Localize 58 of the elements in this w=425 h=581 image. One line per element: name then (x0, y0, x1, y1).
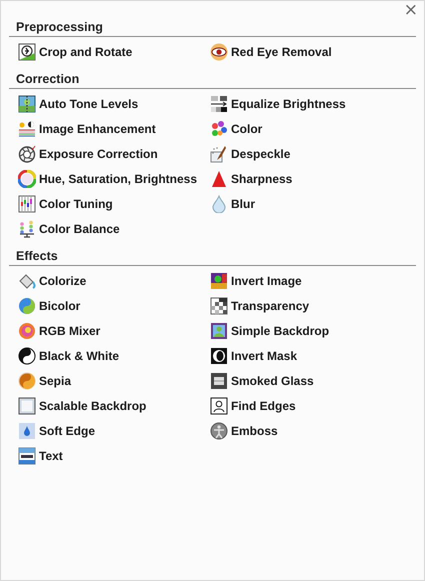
frame-icon (18, 396, 36, 414)
section-heading: Effects (15, 248, 59, 265)
color-balls-icon (210, 120, 228, 138)
tool-item[interactable]: Bicolor (18, 293, 210, 318)
tool-item[interactable]: Despeckle (210, 141, 346, 166)
sun-lines-icon (18, 120, 36, 138)
shade-squares-icon (210, 94, 228, 112)
emboss-circle-icon (210, 422, 228, 440)
triangle-icon (210, 170, 228, 188)
swirl-icon (18, 322, 36, 340)
portrait-icon (210, 322, 228, 340)
tool-item[interactable]: Blur (210, 191, 346, 216)
checkerboard-icon (210, 296, 228, 314)
tool-item[interactable]: Image Enhancement (18, 116, 210, 141)
tool-item[interactable]: Invert Mask (210, 343, 330, 368)
tool-item[interactable]: Exposure Correction (18, 141, 210, 166)
tool-item[interactable]: Crop and Rotate (18, 39, 210, 64)
tool-item[interactable]: RGB Mixer (18, 318, 210, 343)
tool-item[interactable]: Color Tuning (18, 191, 210, 216)
yin-yang-color-icon (18, 296, 36, 314)
color-wheel-icon (18, 170, 36, 188)
balance-icon (18, 220, 36, 238)
section-heading: Preprocessing (15, 19, 104, 36)
tool-item[interactable]: Find Edges (210, 393, 330, 418)
landscape-icon (18, 94, 36, 112)
tool-item[interactable]: Colorize (18, 268, 210, 293)
eye-icon (210, 42, 228, 60)
bar-chart-icon (18, 194, 36, 212)
text-picture-icon (18, 446, 36, 464)
inverted-portrait-icon (210, 272, 228, 290)
mask-icon (210, 346, 228, 364)
tool-item[interactable]: Simple Backdrop (210, 318, 330, 343)
tool-item[interactable]: Invert Image (210, 268, 330, 293)
yin-yang-icon (18, 346, 36, 364)
tool-item[interactable]: Hue, Saturation, Brightness (18, 166, 210, 191)
tool-item[interactable]: Emboss (210, 418, 330, 443)
tool-item[interactable]: Smoked Glass (210, 368, 330, 393)
tool-item[interactable]: Color (210, 116, 346, 141)
tool-item[interactable]: Auto Tone Levels (18, 91, 210, 116)
aperture-icon (18, 144, 36, 162)
tool-item[interactable]: Transparency (210, 293, 330, 318)
portrait-outline-icon (210, 396, 228, 414)
tool-item[interactable]: Equalize Brightness (210, 91, 346, 116)
tool-item[interactable]: Sepia (18, 368, 210, 393)
tool-item[interactable]: Sharpness (210, 166, 346, 191)
section-heading: Correction (15, 71, 80, 88)
brush-icon (210, 144, 228, 162)
tool-item[interactable]: Scalable Backdrop (18, 393, 210, 418)
tool-item[interactable]: Red Eye Removal (210, 39, 332, 64)
tool-item[interactable]: Text (18, 443, 210, 468)
sepia-circle-icon (18, 372, 36, 390)
soft-drop-icon (18, 422, 36, 440)
tool-item[interactable]: Color Balance (18, 216, 210, 241)
water-drop-icon (210, 194, 228, 212)
tool-item[interactable]: Black & White (18, 343, 210, 368)
tool-item[interactable]: Soft Edge (18, 418, 210, 443)
close-button[interactable]: × (404, 1, 418, 19)
smoked-glass-icon (210, 372, 228, 390)
